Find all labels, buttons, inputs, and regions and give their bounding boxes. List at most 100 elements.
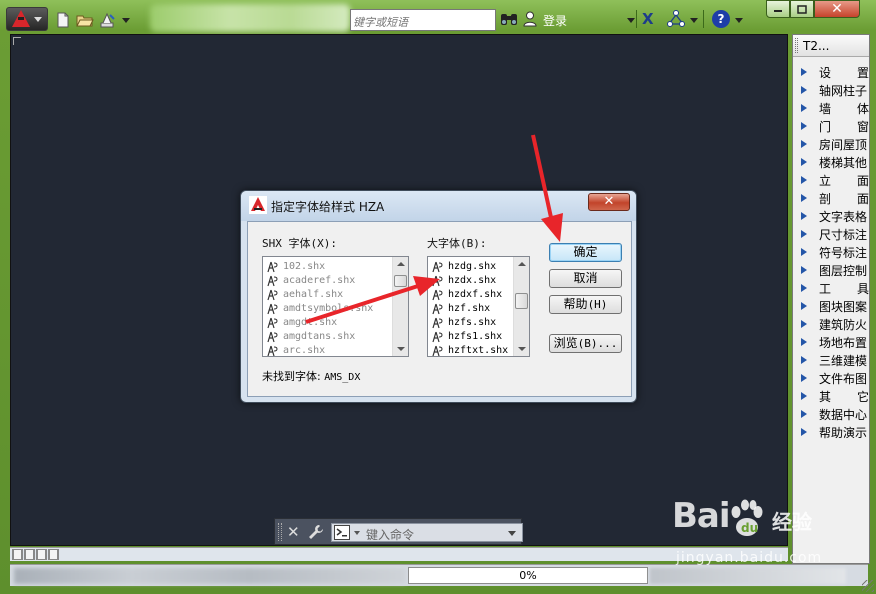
first-layout-icon	[13, 549, 22, 560]
browse-button[interactable]: 浏览(B)...	[549, 334, 622, 353]
help-dropdown-icon[interactable]	[735, 18, 743, 23]
font-list-item[interactable]: acaderef.shx	[265, 273, 408, 287]
scroll-down-icon[interactable]	[518, 347, 526, 351]
font-list-item[interactable]: 102.shx	[265, 259, 408, 273]
palette-item[interactable]: 立面	[793, 171, 869, 189]
big-list-scrollbar[interactable]	[513, 257, 529, 356]
palette-grip-icon[interactable]	[795, 38, 798, 53]
next-layout-button[interactable]	[36, 549, 47, 560]
palette-item[interactable]: 符号标注	[793, 243, 869, 261]
palette-item-label: 门窗	[819, 119, 869, 134]
application-menu-button[interactable]	[6, 7, 48, 31]
scroll-up-icon[interactable]	[397, 262, 405, 266]
palette-item[interactable]: 建筑防火	[793, 315, 869, 333]
cancel-button[interactable]: 取消	[549, 269, 622, 288]
palette-item[interactable]: 图层控制	[793, 261, 869, 279]
palette-item[interactable]: 楼梯其他	[793, 153, 869, 171]
qat-dropdown-icon[interactable]	[122, 17, 130, 23]
shx-font-list[interactable]: 102.shx acaderef.shx aehalf.shx amdtsymbols…	[262, 256, 409, 357]
expand-triangle-icon	[801, 230, 807, 238]
palette-item[interactable]: 剖面	[793, 189, 869, 207]
binoculars-icon[interactable]	[500, 11, 518, 27]
palette-item[interactable]: 设置	[793, 63, 869, 81]
user-icon[interactable]	[523, 11, 537, 27]
shx-font-icon	[267, 261, 278, 272]
help-button[interactable]: 帮助(H)	[549, 295, 622, 314]
exchange-apps-icon[interactable]: X	[642, 11, 658, 27]
app-window: 键字或短语 登录 X ? ✕ T2... 设置轴网柱子墙体门窗房间屋顶楼梯其他立…	[0, 0, 876, 594]
command-grip-icon[interactable]	[278, 523, 282, 541]
shx-font-icon	[267, 345, 278, 356]
dialog-title-bar[interactable]: 指定字体给样式 HZA ✕	[241, 191, 636, 221]
dialog-close-button[interactable]: ✕	[588, 193, 630, 211]
font-list-item[interactable]: amgdt.shx	[265, 315, 408, 329]
expand-triangle-icon	[801, 338, 807, 346]
palette-item[interactable]: 文字表格	[793, 207, 869, 225]
palette-item[interactable]: 墙体	[793, 99, 869, 117]
expand-triangle-icon	[801, 374, 807, 382]
minimize-button[interactable]	[766, 0, 790, 18]
first-layout-button[interactable]	[12, 549, 23, 560]
wrench-icon[interactable]	[308, 524, 324, 540]
login-dropdown-icon[interactable]	[627, 18, 635, 23]
command-prompt-icon[interactable]	[334, 525, 350, 540]
close-icon[interactable]: ✕	[287, 523, 300, 541]
font-file-name: aehalf.shx	[283, 288, 344, 300]
search-input[interactable]: 键字或短语	[350, 9, 496, 31]
palette-item-label: 建筑防火	[819, 317, 868, 332]
new-file-icon[interactable]	[54, 11, 72, 29]
recent-commands-dropdown-icon[interactable]	[354, 531, 360, 535]
help-icon[interactable]: ?	[712, 10, 730, 28]
font-list-item[interactable]: amgdtans.shx	[265, 329, 408, 343]
shx-font-label: SHX 字体(X):	[262, 237, 337, 250]
palette-item[interactable]: 房间屋顶	[793, 135, 869, 153]
shx-font-icon	[267, 275, 278, 286]
palette-item[interactable]: 轴网柱子	[793, 81, 869, 99]
close-icon: ✕	[831, 1, 843, 17]
scroll-down-icon[interactable]	[397, 347, 405, 351]
shx-font-icon	[432, 303, 443, 314]
close-window-button[interactable]: ✕	[814, 0, 860, 18]
resize-grip-icon[interactable]	[862, 580, 874, 592]
scroll-thumb[interactable]	[394, 275, 407, 287]
palette-item[interactable]: 尺寸标注	[793, 225, 869, 243]
connect-dropdown-icon[interactable]	[690, 18, 698, 23]
title-bar: 键字或短语 登录 X ? ✕	[0, 0, 876, 34]
palette-item[interactable]: 三维建模	[793, 351, 869, 369]
palette-item-label: 剖面	[819, 191, 869, 206]
plot-icon[interactable]	[98, 11, 116, 29]
palette-item[interactable]: 图块图案	[793, 297, 869, 315]
palette-item[interactable]: 其它	[793, 387, 869, 405]
open-folder-icon[interactable]	[76, 11, 94, 29]
not-found-label: 未找到字体:	[262, 370, 321, 383]
font-file-name: hzfs1.shx	[448, 330, 503, 342]
scroll-thumb[interactable]	[515, 293, 528, 309]
font-file-name: hzfs.shx	[448, 316, 497, 328]
shx-font-icon	[432, 275, 443, 286]
shx-list-scrollbar[interactable]	[392, 257, 408, 356]
palette-item[interactable]: 工具	[793, 279, 869, 297]
palette-item[interactable]: 数据中心	[793, 405, 869, 423]
prev-layout-button[interactable]	[24, 549, 35, 560]
font-file-name: hzdxf.shx	[448, 288, 503, 300]
expand-triangle-icon	[801, 122, 807, 130]
palette-item[interactable]: 门窗	[793, 117, 869, 135]
autodesk-360-icon[interactable]	[667, 10, 685, 28]
font-list-item[interactable]: arc.shx	[265, 343, 408, 356]
palette-header[interactable]: T2...	[793, 35, 869, 57]
ok-button[interactable]: 确定	[549, 243, 622, 262]
palette-item[interactable]: 帮助演示	[793, 423, 869, 441]
font-list-item[interactable]: amdtsymbols.shx	[265, 301, 408, 315]
big-font-list[interactable]: hzdg.shx hzdx.shx hzdxf.shx hzf.shx hzfs.shx…	[427, 256, 530, 357]
last-layout-button[interactable]	[48, 549, 59, 560]
command-history-dropdown-icon[interactable]	[508, 531, 516, 536]
font-list-item[interactable]: aehalf.shx	[265, 287, 408, 301]
scroll-up-icon[interactable]	[518, 262, 526, 266]
maximize-button[interactable]	[790, 0, 814, 18]
quick-access-toolbar	[54, 9, 130, 31]
command-input[interactable]: 键入命令	[331, 523, 523, 542]
palette-item-label: 立面	[819, 173, 869, 188]
login-button[interactable]: 登录	[543, 12, 567, 29]
palette-item[interactable]: 场地布置	[793, 333, 869, 351]
palette-item[interactable]: 文件布图	[793, 369, 869, 387]
